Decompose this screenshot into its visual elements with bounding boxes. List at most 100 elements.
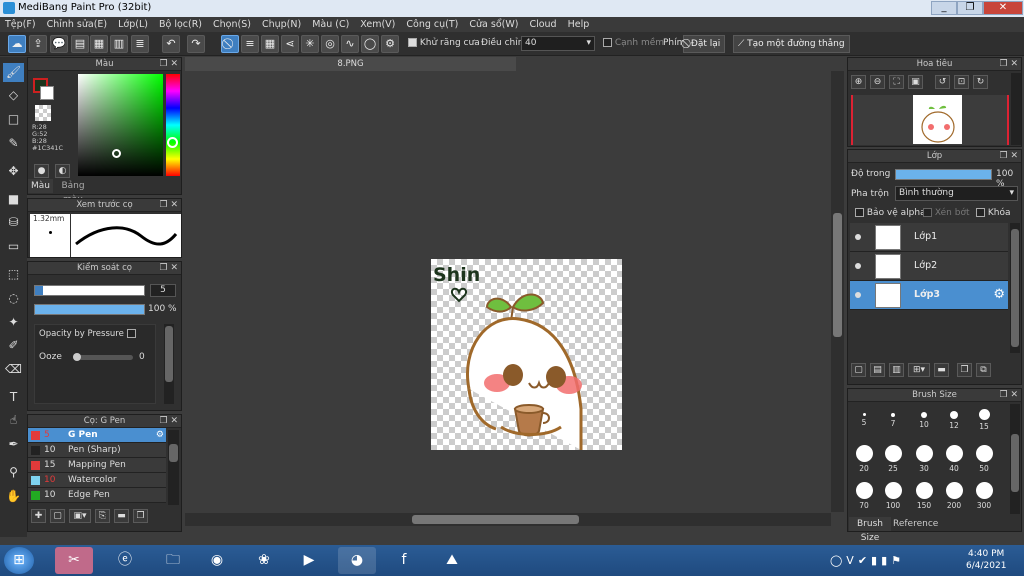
brush-size-slider[interactable] <box>34 285 145 296</box>
folder-icon[interactable]: ▬ <box>114 509 129 523</box>
brush-item-pen-sharp[interactable]: 10 Pen (Sharp) <box>28 443 166 458</box>
duplicate-icon[interactable]: ❐ <box>133 509 148 523</box>
menu-layer[interactable]: Lớp(L) <box>118 17 148 32</box>
tab-color[interactable]: Màu <box>28 179 53 193</box>
brush-size-7[interactable]: 7 <box>878 409 908 441</box>
page-icon[interactable]: ▤ <box>71 35 89 53</box>
brush-control-scrollbar[interactable] <box>164 324 174 404</box>
layer-row-1[interactable]: Lớp1 <box>850 223 1008 252</box>
panel-close-icon[interactable]: ❐ ✕ <box>160 58 178 71</box>
blend-select[interactable]: Bình thường ▾ <box>895 186 1018 201</box>
eraser-tool-icon[interactable]: ◇ <box>3 86 24 105</box>
list-icon[interactable]: ≣ <box>131 35 149 53</box>
cloud-icon[interactable]: ☁ <box>8 35 26 53</box>
undo-icon[interactable]: ↶ <box>162 35 180 53</box>
clock-time[interactable]: 4:40 PM <box>968 549 1004 559</box>
adjust-select[interactable]: 40 ▾ <box>521 36 595 51</box>
grid-snap-icon[interactable]: ▦ <box>261 35 279 53</box>
start-button[interactable]: ⊞ <box>4 547 34 574</box>
brush-size-300[interactable]: 300 <box>969 482 999 514</box>
new-layer-icon[interactable]: ▢ <box>851 363 866 377</box>
gradient-tool-icon[interactable]: ▭ <box>3 237 24 256</box>
brush-opacity-slider[interactable] <box>34 304 145 315</box>
menu-cloud[interactable]: Cloud <box>529 17 556 32</box>
minimize-button[interactable]: _ <box>931 1 957 15</box>
pen-tool-icon[interactable]: ✎ <box>3 134 24 153</box>
color-sv-picker[interactable] <box>78 74 163 176</box>
brush-size-30[interactable]: 30 <box>909 445 939 477</box>
eye-icon[interactable] <box>855 292 861 298</box>
clip-checkbox[interactable]: Xén bớt <box>923 208 970 218</box>
new-halftone-layer-icon[interactable]: ▤ <box>870 363 885 377</box>
navigator-preview[interactable] <box>851 95 1009 145</box>
zoom-out-icon[interactable]: ⊖ <box>870 75 885 89</box>
navigator-scrollbar[interactable] <box>1011 73 1021 145</box>
select-rect-icon[interactable]: ⬚ <box>3 265 24 284</box>
perspective-snap-icon[interactable]: ⋖ <box>281 35 299 53</box>
artwork[interactable]: Shin <box>431 259 622 450</box>
fill-rect-tool-icon[interactable]: ■ <box>3 190 24 209</box>
clock-date[interactable]: 6/4/2021 <box>966 561 1006 571</box>
brush-list-scrollbar[interactable] <box>168 430 179 505</box>
text-tool-icon[interactable]: T <box>3 388 24 407</box>
canvas-vscrollbar[interactable] <box>831 71 844 512</box>
select-pen-icon[interactable]: ✐ <box>3 336 24 355</box>
taskbar-ie-icon[interactable]: ⓔ <box>106 547 144 574</box>
menu-file[interactable]: Tệp(F) <box>5 17 36 32</box>
merge-layer-icon[interactable]: ⧉ <box>976 363 991 377</box>
tab-palette[interactable]: Bảng màu <box>53 179 93 205</box>
document-tab[interactable]: 8.PNG <box>185 57 516 71</box>
brush-size-20[interactable]: 20 <box>849 445 879 477</box>
brush-size-12[interactable]: 12 <box>939 409 969 441</box>
taskbar-app-green-icon[interactable]: ❀ <box>245 547 283 574</box>
actual-size-icon[interactable]: ▣ <box>908 75 923 89</box>
magic-wand-icon[interactable]: ✦ <box>3 313 24 332</box>
copy-brush-icon[interactable]: ⎘ <box>95 509 110 523</box>
bucket-tool-icon[interactable]: ⛁ <box>3 213 24 232</box>
taskbar-medibang-icon[interactable]: ◕ <box>338 547 376 574</box>
taskbar-media-icon[interactable]: ▶ <box>290 547 328 574</box>
protect-alpha-checkbox[interactable]: Bảo vệ alpha <box>855 208 926 218</box>
brush-size-100[interactable]: 100 <box>878 482 908 514</box>
menu-window[interactable]: Cửa sổ(W) <box>469 17 518 32</box>
lasso-tool-icon[interactable]: ◌ <box>3 289 24 308</box>
document-icon[interactable]: ▦ <box>90 35 108 53</box>
tab-brush-size[interactable]: Brush Size <box>849 517 891 543</box>
rotate-right-icon[interactable]: ↻ <box>973 75 988 89</box>
brush-size-200[interactable]: 200 <box>939 482 969 514</box>
add-layer-menu-icon[interactable]: ⊞▾ <box>908 363 930 377</box>
brush-item-watercolor[interactable]: 10 Watercolor <box>28 473 166 488</box>
eyedropper-icon[interactable]: ⚲ <box>3 463 24 482</box>
zoom-in-icon[interactable]: ⊕ <box>851 75 866 89</box>
taskbar-facebook-icon[interactable]: f <box>385 547 423 574</box>
eye-icon[interactable] <box>855 263 861 269</box>
move-tool-icon[interactable]: ✥ <box>3 162 24 181</box>
brush-tool-icon[interactable]: 🖌 <box>3 63 24 82</box>
close-button[interactable]: ✕ <box>983 1 1023 15</box>
color-add-icon[interactable]: ● <box>34 164 49 178</box>
eye-icon[interactable] <box>855 234 861 240</box>
menu-color[interactable]: Màu (C) <box>312 17 349 32</box>
brush-size-10[interactable]: 10 <box>909 409 939 441</box>
hand-tool-icon[interactable]: ✋ <box>3 487 24 506</box>
brush-size-5[interactable]: 5 <box>849 409 879 441</box>
taskbar-folder-icon[interactable]: 🗀 <box>154 547 192 574</box>
panel-close-icon[interactable]: ❐ ✕ <box>1000 389 1018 402</box>
rotate-left-icon[interactable]: ↺ <box>935 75 950 89</box>
taskbar-chrome-icon[interactable]: ◉ <box>198 547 236 574</box>
layer-opacity-slider[interactable] <box>895 169 992 180</box>
parallel-snap-icon[interactable]: ≡ <box>241 35 259 53</box>
curve-snap-icon[interactable]: ∿ <box>341 35 359 53</box>
menu-help[interactable]: Help <box>568 17 590 32</box>
brush-size-value[interactable]: 5 <box>150 284 176 297</box>
gear-icon[interactable]: ⚙ <box>381 35 399 53</box>
brush-size-150[interactable]: 150 <box>909 482 939 514</box>
system-tray-icons[interactable]: ◯V✔▮▮⚑ <box>830 554 905 567</box>
tab-reference[interactable]: Reference <box>893 517 938 531</box>
straight-line-button[interactable]: ⟋ Tạo một đường thẳng <box>733 35 850 53</box>
fit-icon[interactable]: ⛶ <box>889 75 904 89</box>
circle-snap-icon[interactable]: ◎ <box>321 35 339 53</box>
panel-close-icon[interactable]: ❐ ✕ <box>1000 150 1018 163</box>
select-eraser-icon[interactable]: ⌫ <box>3 360 24 379</box>
grid-doc-icon[interactable]: ▥ <box>110 35 128 53</box>
